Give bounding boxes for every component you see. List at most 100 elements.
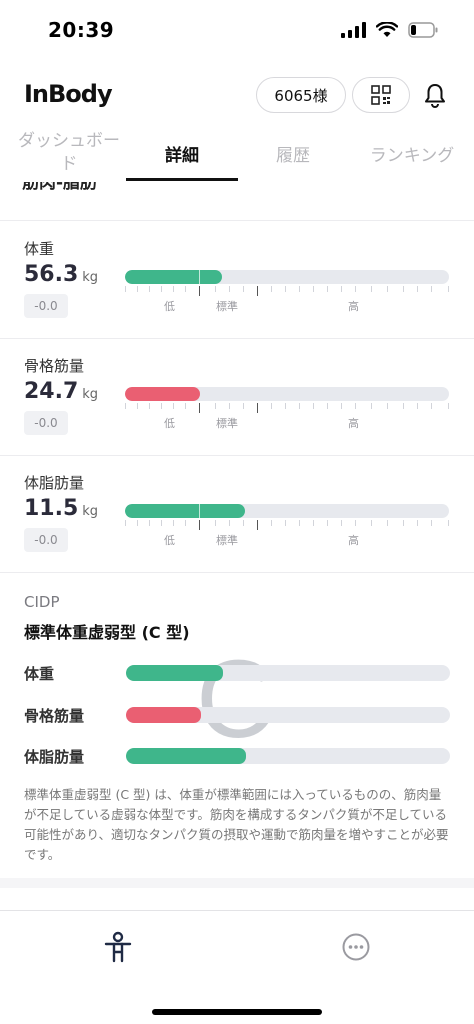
range-tick	[371, 520, 372, 526]
range-tick	[327, 520, 328, 526]
cidp-bar	[126, 665, 450, 681]
range-tick	[341, 286, 342, 292]
range-tick	[313, 520, 314, 526]
range-tick	[327, 403, 328, 409]
scale-labels: 低 標準 高	[0, 532, 474, 547]
cidp-bar-fill	[126, 748, 246, 764]
range-tick	[185, 403, 186, 409]
tab-history[interactable]: 履歴	[238, 124, 348, 182]
tab-ranking[interactable]: ランキング	[350, 124, 474, 182]
range-tick	[403, 403, 404, 409]
user-id-button[interactable]: 6065様	[256, 77, 346, 113]
metric-number: 11.5	[24, 496, 79, 521]
divider	[0, 220, 474, 221]
range-tick	[355, 286, 356, 292]
range-tick	[215, 403, 216, 409]
tab-details[interactable]: 詳細	[126, 124, 238, 182]
range-tick	[355, 520, 356, 526]
range-boundary-tick	[199, 520, 200, 530]
range-bar	[125, 504, 449, 518]
qr-code-button[interactable]	[352, 77, 410, 113]
scale-low: 低	[164, 534, 175, 547]
cellular-signal-icon	[341, 22, 366, 38]
range-tick	[341, 403, 342, 409]
range-bar-fill	[125, 270, 223, 284]
section-gap	[0, 878, 474, 888]
nav-body-button[interactable]	[98, 927, 138, 967]
cidp-type-label: 標準体重虚弱型 (C 型)	[24, 623, 190, 642]
range-boundary-tick	[199, 403, 200, 413]
metric-label: 体脂肪量	[24, 474, 85, 492]
range-tick	[173, 403, 174, 409]
range-tick	[271, 286, 272, 292]
range-boundary-tick	[257, 520, 258, 530]
inbody-logo: InBody	[24, 80, 113, 108]
nav-more-button[interactable]	[336, 927, 376, 967]
range-tick	[341, 520, 342, 526]
range-tick	[371, 403, 372, 409]
cidp-bar	[126, 707, 450, 723]
cidp-heading: CIDP	[24, 593, 60, 611]
cidp-description: 標準体重虚弱型 (C 型) は、体重が標準範囲には入っているものの、筋肉量が不足…	[24, 787, 449, 862]
cidp-bar-fill	[126, 707, 201, 723]
detail-content[interactable]: 筋肉-脂肪 体重 56.3 kg -0.0 低 標準 高 骨格筋量 24.7 k…	[0, 182, 474, 910]
range-tick	[355, 403, 356, 409]
range-tick	[243, 286, 244, 292]
range-tick	[137, 520, 138, 526]
notification-button[interactable]	[420, 80, 450, 110]
range-tick	[137, 286, 138, 292]
scale-standard: 標準	[216, 300, 238, 313]
metric-label: 体重	[24, 240, 55, 258]
range-ticks	[125, 520, 449, 530]
scale-high: 高	[348, 417, 359, 430]
range-bar	[125, 270, 449, 284]
range-bar-fill	[125, 387, 200, 401]
tab-dashboard[interactable]: ダッシュボード	[14, 124, 124, 182]
cidp-bar-fill	[126, 665, 224, 681]
range-tick	[137, 403, 138, 409]
range-tick	[215, 520, 216, 526]
range-tick	[243, 403, 244, 409]
range-tick	[215, 286, 216, 292]
range-tick	[271, 520, 272, 526]
range-tick	[285, 520, 286, 526]
metric-body-fat: 体脂肪量 11.5 kg -0.0 低 標準 高	[0, 456, 474, 572]
metric-unit: kg	[82, 270, 99, 285]
range-tick	[431, 403, 432, 409]
range-tick	[125, 403, 126, 409]
range-tick	[229, 520, 230, 526]
range-tick	[229, 286, 230, 292]
range-tick	[149, 286, 150, 292]
scale-standard: 標準	[216, 417, 238, 430]
metric-label: 骨格筋量	[24, 357, 85, 375]
range-ticks	[125, 403, 449, 413]
tab-bar: ダッシュボード 詳細 履歴 ランキング	[0, 124, 474, 182]
range-tick	[161, 286, 162, 292]
metric-value: 11.5 kg	[24, 496, 98, 521]
range-tick	[243, 520, 244, 526]
metric-unit: kg	[82, 504, 99, 519]
range-tick	[387, 286, 388, 292]
metric-unit: kg	[82, 387, 99, 402]
metric-value: 56.3 kg	[24, 262, 98, 287]
range-boundary-tick	[257, 403, 258, 413]
range-tick	[448, 403, 449, 409]
metric-number: 56.3	[24, 262, 79, 287]
wifi-icon	[376, 22, 398, 37]
range-tick	[285, 403, 286, 409]
range-tick	[185, 286, 186, 292]
range-tick	[299, 520, 300, 526]
scale-high: 高	[348, 300, 359, 313]
range-tick	[387, 403, 388, 409]
range-tick	[327, 286, 328, 292]
range-tick	[125, 520, 126, 526]
range-tick	[403, 286, 404, 292]
range-tick	[431, 286, 432, 292]
range-tick	[161, 520, 162, 526]
cidp-section: CIDP 標準体重虚弱型 (C 型) C 体重 骨格筋量 体脂肪量 標準体重虚弱…	[0, 573, 474, 873]
range-tick	[161, 403, 162, 409]
range-bar-fill	[125, 504, 245, 518]
scale-labels: 低 標準 高	[0, 415, 474, 430]
range-tick	[149, 403, 150, 409]
more-icon	[342, 933, 370, 961]
